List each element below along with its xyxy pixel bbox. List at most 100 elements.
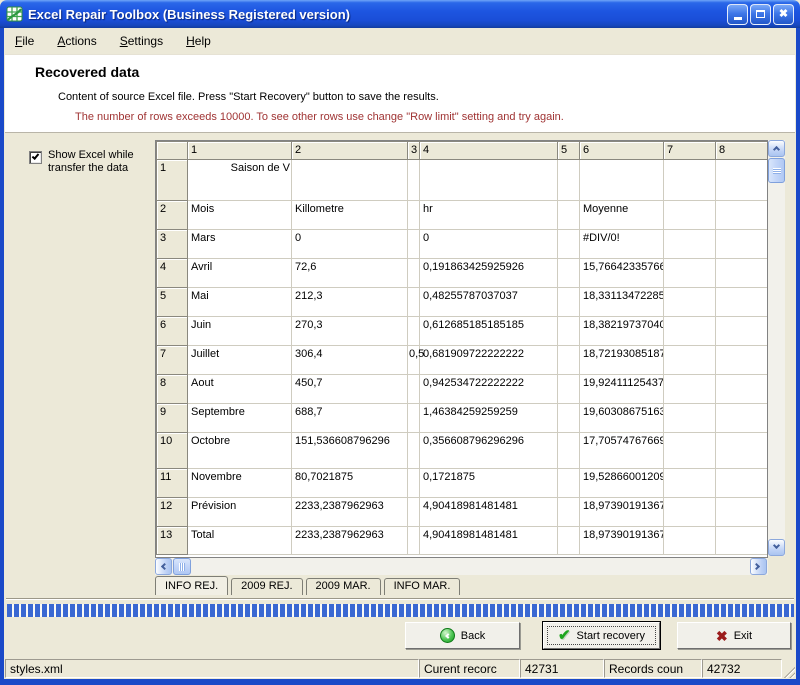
cell[interactable] (664, 259, 716, 288)
cell[interactable]: Juin (188, 317, 292, 346)
vertical-scrollbar[interactable] (768, 140, 785, 556)
cell[interactable]: 0 (292, 230, 408, 259)
cell[interactable]: 18,97390191367 (580, 498, 664, 527)
cell[interactable] (716, 259, 768, 288)
cell[interactable]: Killometre (292, 201, 408, 230)
cell[interactable]: Moyenne (580, 201, 664, 230)
row-header[interactable]: 8 (157, 375, 188, 404)
column-header[interactable]: 1 (188, 142, 292, 160)
cell[interactable]: 0,48255787037037 (420, 288, 558, 317)
row-header[interactable]: 3 (157, 230, 188, 259)
cell[interactable]: Octobre (188, 433, 292, 469)
cell[interactable]: Prévision (188, 498, 292, 527)
cell[interactable]: 0,191863425925926 (420, 259, 558, 288)
cell[interactable] (558, 346, 580, 375)
cell[interactable]: 18,72193085187 (580, 346, 664, 375)
cell[interactable]: #DIV/0! (580, 230, 664, 259)
cell[interactable]: Aout (188, 375, 292, 404)
cell[interactable]: Mars (188, 230, 292, 259)
cell[interactable] (716, 527, 768, 555)
cell[interactable] (408, 288, 420, 317)
row-header[interactable]: 7 (157, 346, 188, 375)
cell[interactable]: 0,681909722222222 (420, 346, 558, 375)
horizontal-scroll-thumb[interactable] (173, 558, 191, 575)
column-header[interactable]: 2 (292, 142, 408, 160)
start-recovery-button[interactable]: ✔ Start recovery (543, 622, 660, 649)
cell[interactable] (558, 498, 580, 527)
cell[interactable] (716, 498, 768, 527)
tab-info-mar[interactable]: INFO MAR. (384, 578, 461, 595)
cell[interactable] (580, 160, 664, 201)
scroll-down-button[interactable] (768, 539, 785, 556)
tab-2009-mar[interactable]: 2009 MAR. (306, 578, 381, 595)
cell[interactable] (558, 160, 580, 201)
cell[interactable] (558, 433, 580, 469)
row-header[interactable]: 10 (157, 433, 188, 469)
cell[interactable]: Total (188, 527, 292, 555)
cell[interactable] (664, 317, 716, 346)
cell[interactable] (664, 433, 716, 469)
cell[interactable] (716, 346, 768, 375)
cell[interactable] (558, 230, 580, 259)
cell[interactable] (664, 498, 716, 527)
cell[interactable] (664, 375, 716, 404)
cell[interactable]: Septembre (188, 404, 292, 433)
cell[interactable]: 2233,2387962963 (292, 498, 408, 527)
cell[interactable]: 15,76642335766 (580, 259, 664, 288)
row-header[interactable]: 4 (157, 259, 188, 288)
scroll-left-button[interactable] (155, 558, 172, 575)
cell[interactable]: 212,3 (292, 288, 408, 317)
cell[interactable]: 270,3 (292, 317, 408, 346)
cell[interactable] (292, 160, 408, 201)
cell[interactable]: 688,7 (292, 404, 408, 433)
cell[interactable]: Mois (188, 201, 292, 230)
cell[interactable] (716, 230, 768, 259)
row-header[interactable]: 6 (157, 317, 188, 346)
cell[interactable]: 0,1721875 (420, 469, 558, 498)
column-header[interactable]: 6 (580, 142, 664, 160)
cell[interactable]: 17,70574767669 (580, 433, 664, 469)
cell[interactable]: 306,4 (292, 346, 408, 375)
cell[interactable]: 18,33113472285 (580, 288, 664, 317)
tab-info-rej[interactable]: INFO REJ. (155, 576, 228, 595)
horizontal-scrollbar[interactable] (155, 558, 768, 575)
cell[interactable] (664, 288, 716, 317)
cell[interactable] (558, 469, 580, 498)
cell[interactable] (408, 259, 420, 288)
cell[interactable]: 0,5 (408, 346, 420, 375)
cell[interactable] (408, 375, 420, 404)
cell[interactable]: 4,90418981481481 (420, 527, 558, 555)
row-header[interactable]: 9 (157, 404, 188, 433)
cell[interactable]: 18,38219737040 (580, 317, 664, 346)
cell[interactable]: 151,536608796296 (292, 433, 408, 469)
cell[interactable] (664, 230, 716, 259)
minimize-button[interactable] (727, 4, 748, 25)
column-header[interactable]: 3 (408, 142, 420, 160)
cell[interactable] (408, 404, 420, 433)
cell[interactable]: Juillet (188, 346, 292, 375)
cell[interactable] (420, 160, 558, 201)
cell[interactable] (408, 317, 420, 346)
cell[interactable] (558, 201, 580, 230)
scroll-up-button[interactable] (768, 140, 785, 157)
cell[interactable]: 19,60308675163 (580, 404, 664, 433)
show-excel-checkbox[interactable] (29, 151, 42, 164)
tab-2009-rej[interactable]: 2009 REJ. (231, 578, 302, 595)
cell[interactable] (558, 375, 580, 404)
cell[interactable] (408, 498, 420, 527)
cell[interactable] (716, 375, 768, 404)
cell[interactable] (408, 230, 420, 259)
column-header[interactable]: 7 (664, 142, 716, 160)
cell[interactable] (716, 160, 768, 201)
cell[interactable]: 450,7 (292, 375, 408, 404)
cell[interactable]: Saison de V (188, 160, 292, 201)
cell[interactable] (558, 527, 580, 555)
cell[interactable]: 18,97390191367 (580, 527, 664, 555)
column-header[interactable]: 5 (558, 142, 580, 160)
cell[interactable]: 0,356608796296296 (420, 433, 558, 469)
cell[interactable] (716, 433, 768, 469)
cell[interactable]: 0 (420, 230, 558, 259)
exit-button[interactable]: ✖ Exit (677, 622, 791, 649)
cell[interactable] (716, 201, 768, 230)
cell[interactable] (558, 404, 580, 433)
